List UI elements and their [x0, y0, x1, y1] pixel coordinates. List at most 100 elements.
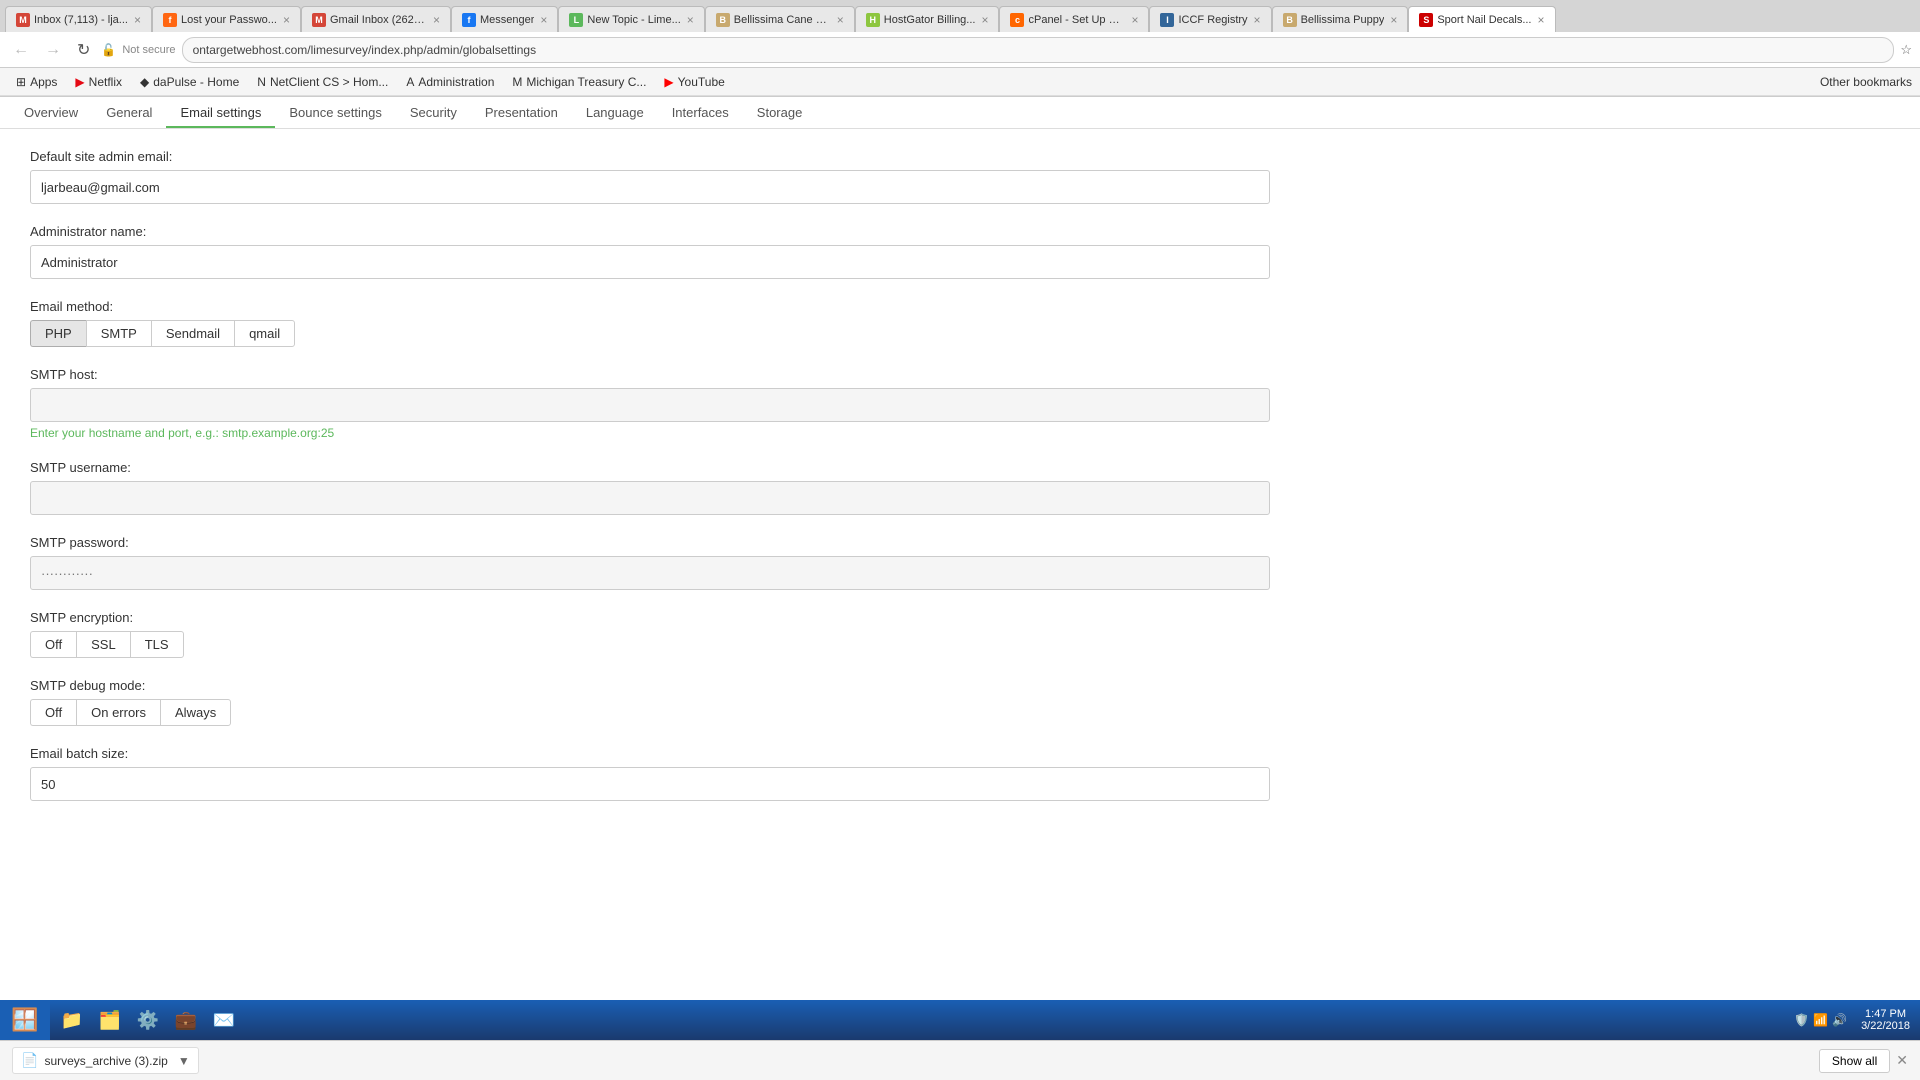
- browser-tab-tab9[interactable]: IICCF Registry×: [1149, 6, 1271, 32]
- tab-favicon-tab11: S: [1419, 13, 1433, 27]
- tab-label-tab7: HostGator Billing...: [884, 14, 976, 26]
- bookmark-label: NetClient CS > Hom...: [270, 75, 388, 89]
- browser-tab-tab7[interactable]: HHostGator Billing...×: [855, 6, 1000, 32]
- forward-button[interactable]: →: [40, 39, 66, 61]
- browser-tab-tab3[interactable]: MGmail Inbox (262) - har...×: [301, 6, 451, 32]
- tab-close-tab7[interactable]: ×: [975, 13, 988, 27]
- taskbar-app-files[interactable]: 🗂️: [92, 1002, 128, 1038]
- address-input[interactable]: [182, 37, 1895, 63]
- taskbar-time-value: 1:47 PM: [1861, 1008, 1910, 1020]
- bookmark-label: Netflix: [89, 75, 122, 89]
- bookmark-star[interactable]: ☆: [1900, 42, 1912, 58]
- tab-close-tab10[interactable]: ×: [1384, 13, 1397, 27]
- tab-close-tab2[interactable]: ×: [277, 13, 290, 27]
- page-content: Default site admin email: Administrator …: [0, 129, 1920, 1045]
- tab-favicon-tab2: f: [163, 13, 177, 27]
- email-batch-size-group: Email batch size:: [30, 746, 1270, 801]
- browser-tab-tab8[interactable]: ccPanel - Set Up N...×: [999, 6, 1149, 32]
- smtp-debug-btn-always[interactable]: Always: [160, 699, 231, 726]
- nav-tab-bounce-settings[interactable]: Bounce settings: [275, 99, 396, 128]
- smtp-encryption-btn-ssl[interactable]: SSL: [76, 631, 130, 658]
- smtp-encryption-group: SMTP encryption: OffSSLTLS: [30, 610, 1270, 658]
- email-method-btn-sendmail[interactable]: Sendmail: [151, 320, 234, 347]
- nav-tab-security[interactable]: Security: [396, 99, 471, 128]
- smtp-username-group: SMTP username:: [30, 460, 1270, 515]
- nav-tab-presentation[interactable]: Presentation: [471, 99, 572, 128]
- start-button[interactable]: 🪟: [0, 1000, 50, 1040]
- nav-tab-overview[interactable]: Overview: [10, 99, 92, 128]
- smtp-username-label: SMTP username:: [30, 460, 1270, 475]
- browser-tab-tab5[interactable]: L New Topic - Lime...×: [558, 6, 704, 32]
- bookmarks-other[interactable]: Other bookmarks: [1820, 75, 1912, 89]
- tab-close-tab11[interactable]: ×: [1532, 13, 1545, 27]
- email-method-btn-smtp[interactable]: SMTP: [86, 320, 151, 347]
- security-icon: 🔓: [101, 43, 116, 57]
- nav-tab-general[interactable]: General: [92, 99, 166, 128]
- smtp-host-input[interactable]: [30, 388, 1270, 422]
- smtp-host-group: SMTP host: Enter your hostname and port,…: [30, 367, 1270, 440]
- tab-close-tab6[interactable]: ×: [831, 13, 844, 27]
- smtp-encryption-label: SMTP encryption:: [30, 610, 1270, 625]
- email-method-btn-php[interactable]: PHP: [30, 320, 86, 347]
- email-method-btn-qmail[interactable]: qmail: [234, 320, 295, 347]
- tab-close-tab1[interactable]: ×: [128, 13, 141, 27]
- taskbar-app-quickbooks[interactable]: 💼: [168, 1002, 204, 1038]
- download-close-icon[interactable]: ✕: [1896, 1052, 1908, 1069]
- bookmark-youtube[interactable]: ▶YouTube: [656, 73, 732, 91]
- download-chevron-icon[interactable]: ▼: [178, 1054, 190, 1068]
- bookmark-michigan-treasury-c...[interactable]: MMichigan Treasury C...: [504, 73, 654, 91]
- browser-tab-tab10[interactable]: BBellissima Puppy×: [1272, 6, 1409, 32]
- tab-close-tab4[interactable]: ×: [534, 13, 547, 27]
- email-batch-size-input[interactable]: [30, 767, 1270, 801]
- default-admin-email-input[interactable]: [30, 170, 1270, 204]
- tab-close-tab9[interactable]: ×: [1248, 13, 1261, 27]
- smtp-encryption-btn-tls[interactable]: TLS: [130, 631, 184, 658]
- back-button[interactable]: ←: [8, 39, 34, 61]
- smtp-debug-label: SMTP debug mode:: [30, 678, 1270, 693]
- browser-tab-tab2[interactable]: fLost your Passwo...×: [152, 6, 301, 32]
- smtp-debug-btn-on_errors[interactable]: On errors: [76, 699, 160, 726]
- taskbar: 🪟 📁 🗂️ ⚙️ 💼 ✉️ 🛡️ 📶 🔊 1:47 PM 3/22/2018: [0, 1000, 1920, 1040]
- taskbar-app-explorer[interactable]: 📁: [54, 1002, 90, 1038]
- chrome-icon: ⚙️: [137, 1010, 159, 1031]
- smtp-username-input[interactable]: [30, 481, 1270, 515]
- browser-tab-tab1[interactable]: MInbox (7,113) - lja...×: [5, 6, 152, 32]
- nav-tab-storage[interactable]: Storage: [743, 99, 817, 128]
- tab-favicon-tab5: L: [569, 13, 583, 27]
- reload-button[interactable]: ↻: [72, 38, 95, 62]
- bookmark-icon: ◆: [140, 75, 149, 89]
- smtp-debug-group: SMTP debug mode: OffOn errorsAlways: [30, 678, 1270, 726]
- address-bar: ← → ↻ 🔓 Not secure ☆: [0, 32, 1920, 68]
- tab-close-tab3[interactable]: ×: [427, 13, 440, 27]
- tab-label-tab9: ICCF Registry: [1178, 14, 1247, 26]
- taskbar-app-chrome[interactable]: ⚙️: [130, 1002, 166, 1038]
- show-all-button[interactable]: Show all: [1819, 1049, 1890, 1073]
- tab-close-tab5[interactable]: ×: [681, 13, 694, 27]
- tray-volume-icon: 🔊: [1832, 1013, 1847, 1027]
- tab-close-tab8[interactable]: ×: [1125, 13, 1138, 27]
- browser-tab-tab4[interactable]: fMessenger×: [451, 6, 558, 32]
- tab-label-tab6: Bellissima Cane C...: [734, 14, 831, 26]
- tab-label-tab5: New Topic - Lime...: [587, 14, 680, 26]
- taskbar-apps: 📁 🗂️ ⚙️ 💼 ✉️: [50, 1002, 246, 1038]
- nav-tab-language[interactable]: Language: [572, 99, 658, 128]
- bookmark-dapulse---home[interactable]: ◆daPulse - Home: [132, 73, 247, 91]
- smtp-password-input[interactable]: [30, 556, 1270, 590]
- bookmark-netflix[interactable]: ▶Netflix: [67, 73, 130, 91]
- nav-tab-interfaces[interactable]: Interfaces: [658, 99, 743, 128]
- bookmark-icon: M: [512, 75, 522, 89]
- smtp-encryption-btn-off[interactable]: Off: [30, 631, 76, 658]
- default-admin-email-group: Default site admin email:: [30, 149, 1270, 204]
- browser-tab-tab6[interactable]: BBellissima Cane C...×: [705, 6, 855, 32]
- bookmark-administration[interactable]: AAdministration: [398, 73, 502, 91]
- taskbar-app-mail[interactable]: ✉️: [206, 1002, 242, 1038]
- smtp-debug-btn-off[interactable]: Off: [30, 699, 76, 726]
- tray-antivirus-icon: 🛡️: [1794, 1013, 1809, 1027]
- bookmark-netclient-cs->-hom...[interactable]: NNetClient CS > Hom...: [249, 73, 396, 91]
- smtp-host-label: SMTP host:: [30, 367, 1270, 382]
- download-file-icon: 📄: [21, 1052, 38, 1069]
- bookmark-apps[interactable]: ⊞Apps: [8, 73, 65, 91]
- nav-tab-email-settings[interactable]: Email settings: [166, 99, 275, 128]
- browser-tab-tab11[interactable]: SSport Nail Decals...×: [1408, 6, 1555, 32]
- admin-name-input[interactable]: [30, 245, 1270, 279]
